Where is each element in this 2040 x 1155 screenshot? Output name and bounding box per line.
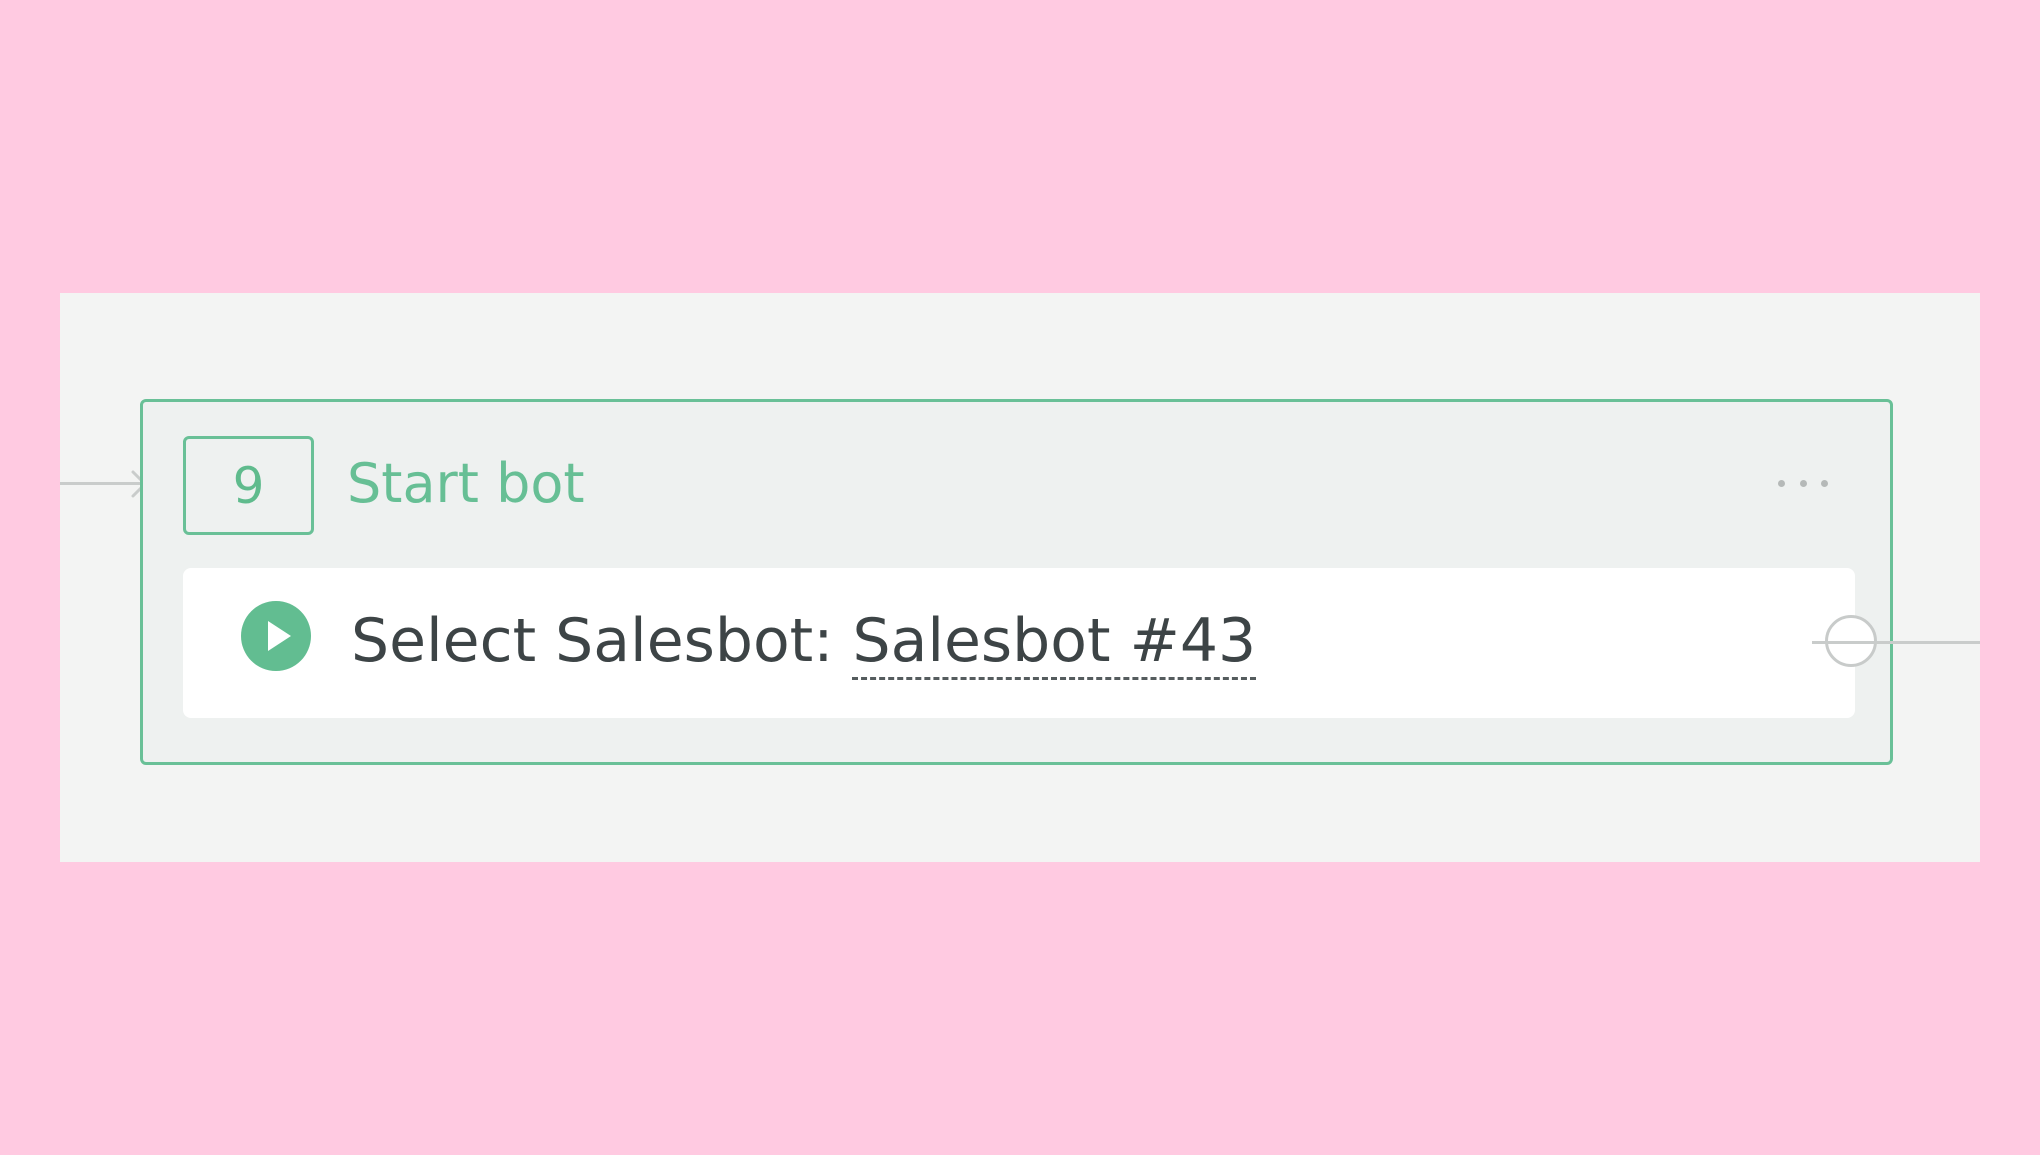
more-options-button[interactable] xyxy=(1778,468,1828,498)
step-title: Start bot xyxy=(347,452,585,515)
outgoing-connection-line xyxy=(1812,641,1980,644)
workflow-canvas: 9 Start bot Select Salesbot: Salesbot #4… xyxy=(60,293,1980,862)
salesbot-selector-link[interactable]: Salesbot #43 xyxy=(852,606,1257,680)
salesbot-action-row: Select Salesbot: Salesbot #43 xyxy=(183,568,1877,718)
start-bot-step-card[interactable]: 9 Start bot Select Salesbot: Salesbot #4… xyxy=(140,399,1893,765)
more-horizontal-icon xyxy=(1778,479,1785,487)
select-salesbot-text: Select Salesbot: Salesbot #43 xyxy=(351,606,1257,680)
more-horizontal-icon xyxy=(1821,479,1828,487)
more-horizontal-icon xyxy=(1799,479,1807,487)
step-number-badge: 9 xyxy=(183,436,314,535)
select-salesbot-label: Select Salesbot: xyxy=(351,606,834,676)
play-icon xyxy=(241,601,311,671)
